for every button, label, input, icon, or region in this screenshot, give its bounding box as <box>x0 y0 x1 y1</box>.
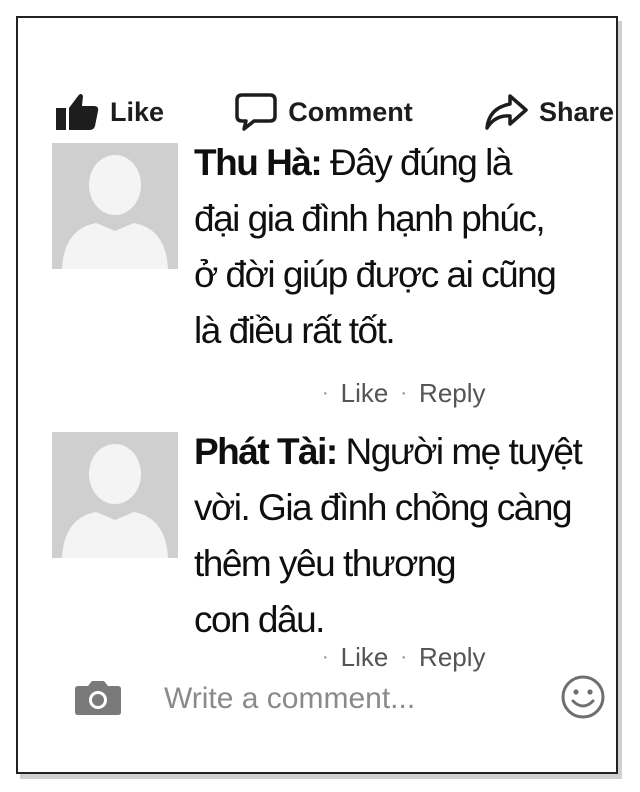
share-label: Share <box>538 96 614 127</box>
comment-composer <box>74 672 605 726</box>
comment-body: Thu Hà: Đây đúng là đại gia đình hạnh ph… <box>194 135 604 359</box>
post-card: Like Comment Share <box>16 16 618 774</box>
default-avatar-icon[interactable] <box>52 143 178 269</box>
comment-line: ở đời giúp được ai cũng <box>194 254 557 295</box>
like-label: Like <box>110 96 165 127</box>
share-arrow-icon <box>483 92 529 132</box>
share-button[interactable]: Share <box>483 92 614 132</box>
smiley-icon[interactable] <box>560 674 606 725</box>
comment-label: Comment <box>288 96 413 127</box>
comment-line: Người mẹ tuyệt <box>336 431 583 472</box>
comment-actions: · Like · Reply <box>322 378 486 409</box>
comment-body: Phát Tài: Người mẹ tuyệt vời. Gia đình c… <box>194 424 604 648</box>
comment-author[interactable]: Thu Hà: <box>194 142 323 183</box>
comment-reply-link[interactable]: Reply <box>419 642 485 673</box>
comment-line: vời. Gia đình chồng càng <box>194 487 573 528</box>
comment-like-link[interactable]: Like <box>341 642 389 673</box>
comment-line: Đây đúng là <box>321 142 512 183</box>
thumbs-up-icon <box>54 92 100 132</box>
comment-input[interactable] <box>164 682 550 716</box>
like-button[interactable]: Like <box>54 92 164 132</box>
comment-line: con dâu. <box>194 599 325 640</box>
comment-line: đại gia đình hạnh phúc, <box>194 198 546 239</box>
speech-bubble-icon <box>234 91 278 133</box>
comment-reply-link[interactable]: Reply <box>419 378 485 409</box>
default-avatar-icon[interactable] <box>52 432 178 558</box>
comment-actions: · Like · Reply <box>322 642 486 673</box>
comment-author[interactable]: Phát Tài: <box>194 431 338 472</box>
action-bar: Like Comment Share <box>54 86 614 138</box>
comment-line: thêm yêu thương <box>194 543 457 584</box>
camera-icon[interactable] <box>74 678 122 721</box>
comment-like-link[interactable]: Like <box>341 378 389 409</box>
comment-button[interactable]: Comment <box>234 91 413 133</box>
comment-line: là điều rất tốt. <box>194 310 396 351</box>
